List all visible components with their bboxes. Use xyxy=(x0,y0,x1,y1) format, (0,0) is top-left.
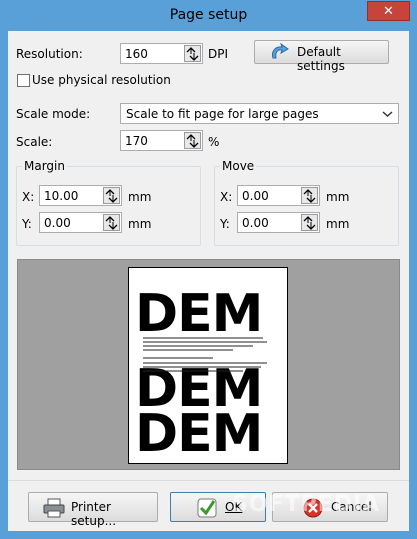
scale-mode-select[interactable]: Scale to fit page for large pages xyxy=(120,103,399,124)
chevron-down-icon[interactable] xyxy=(380,105,395,122)
margin-x-spinner[interactable]: 10.00 xyxy=(39,185,122,206)
resolution-spin-arrows-icon[interactable] xyxy=(184,45,201,62)
move-y-label: Y: xyxy=(220,217,230,231)
default-settings-label: Default settings xyxy=(297,45,345,73)
move-x-spinner[interactable]: 0.00 xyxy=(237,185,320,206)
scale-label: Scale: xyxy=(16,135,53,149)
default-settings-icon xyxy=(269,42,291,65)
scale-unit: % xyxy=(208,135,220,149)
close-button[interactable]: ✕ xyxy=(367,1,410,21)
move-x-spin-arrows-icon[interactable] xyxy=(301,187,318,204)
margin-y-spinner[interactable]: 0.00 xyxy=(39,212,122,233)
move-y-spinner[interactable]: 0.00 xyxy=(237,212,320,233)
page-preview-area: DEM DEM DEM xyxy=(17,259,400,470)
scale-value: 170 xyxy=(125,134,148,148)
margin-x-unit: mm xyxy=(128,190,152,204)
softpedia-watermark: SOFTPEDIA xyxy=(232,492,381,517)
preview-page: DEM DEM DEM xyxy=(128,267,288,464)
scale-mode-label: Scale mode: xyxy=(16,107,91,121)
page-setup-window: Page setup ✕ Resolution: 160 DPI Default… xyxy=(0,0,417,539)
resolution-unit: DPI xyxy=(208,47,229,61)
dialog-body: Resolution: 160 DPI Default settings Use… xyxy=(8,31,409,531)
margin-x-spin-arrows-icon[interactable] xyxy=(103,187,120,204)
title-bar[interactable]: Page setup ✕ xyxy=(0,0,417,31)
printer-icon xyxy=(43,498,65,521)
scale-spinner[interactable]: 170 xyxy=(120,130,203,151)
printer-setup-label: Printer setup... xyxy=(71,500,117,528)
margin-y-spin-arrows-icon[interactable] xyxy=(103,214,120,231)
preview-demo-text-1: DEM xyxy=(135,284,263,344)
move-x-unit: mm xyxy=(326,190,350,204)
margin-y-unit: mm xyxy=(128,217,152,231)
use-physical-resolution-label: Use physical resolution xyxy=(32,73,171,87)
move-group-title: Move xyxy=(220,159,257,173)
window-title: Page setup xyxy=(169,7,248,23)
margin-y-value: 0.00 xyxy=(44,216,71,230)
margin-group-title: Margin xyxy=(22,159,67,173)
margin-x-label: X: xyxy=(22,190,35,204)
move-x-value: 0.00 xyxy=(242,189,269,203)
resolution-spinner[interactable]: 160 xyxy=(120,43,203,64)
checkmark-icon xyxy=(197,498,217,521)
preview-text-lines-icon xyxy=(143,337,267,372)
margin-y-label: Y: xyxy=(22,217,32,231)
button-bar: Printer setup... OK Cancel SOFTPEDIA xyxy=(8,480,409,531)
preview-demo-text-3: DEM xyxy=(135,404,263,464)
move-y-spin-arrows-icon[interactable] xyxy=(301,214,318,231)
use-physical-resolution-checkbox[interactable] xyxy=(17,74,30,87)
margin-x-value: 10.00 xyxy=(44,189,79,203)
margin-group xyxy=(16,166,201,246)
scale-mode-value: Scale to fit page for large pages xyxy=(126,107,319,121)
move-group xyxy=(214,166,399,246)
resolution-label: Resolution: xyxy=(16,47,83,61)
move-y-value: 0.00 xyxy=(242,216,269,230)
move-y-unit: mm xyxy=(326,217,350,231)
default-settings-button[interactable]: Default settings xyxy=(254,40,389,73)
printer-setup-button[interactable]: Printer setup... xyxy=(28,492,158,528)
resolution-value: 160 xyxy=(125,47,148,61)
move-x-label: X: xyxy=(220,190,233,204)
scale-spin-arrows-icon[interactable] xyxy=(184,132,201,149)
